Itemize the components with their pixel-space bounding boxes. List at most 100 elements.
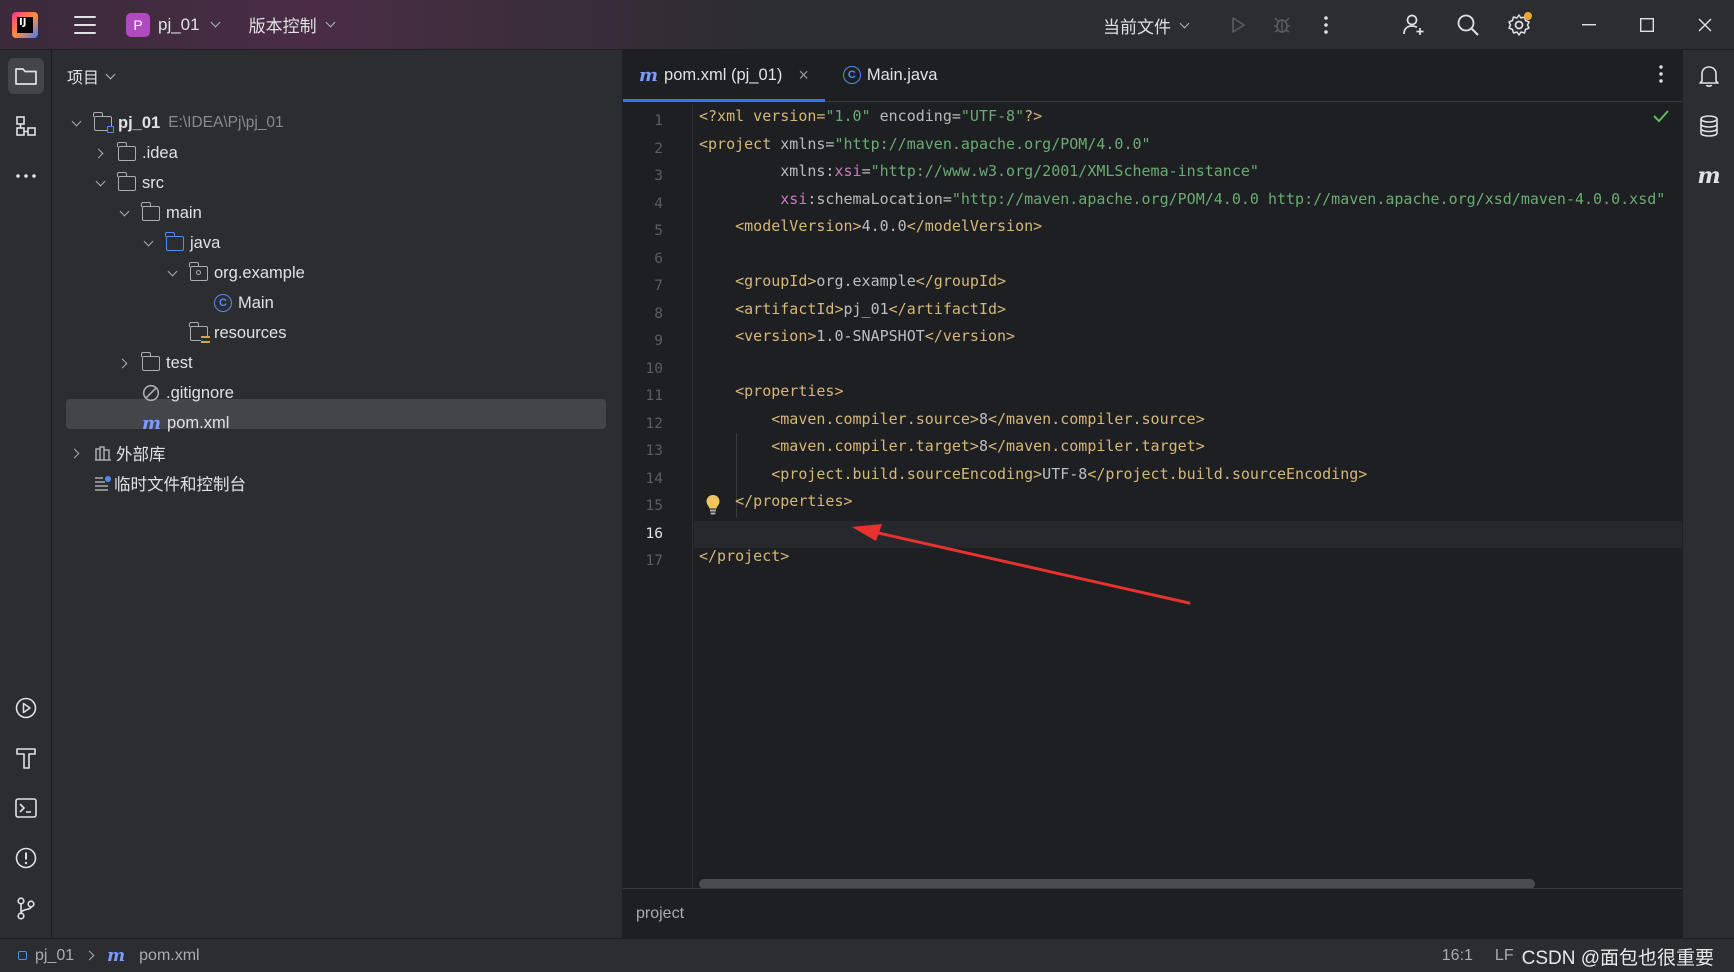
intellij-logo-icon[interactable]: IJ bbox=[12, 11, 38, 38]
expand-arrow-icon[interactable] bbox=[69, 447, 82, 459]
tree-item-label: Main bbox=[238, 293, 274, 312]
maven-tool-icon[interactable]: m bbox=[1691, 158, 1727, 194]
line-number: 12 bbox=[645, 415, 663, 432]
breadcrumb-item[interactable]: project bbox=[636, 905, 684, 923]
tree-item-main-class[interactable]: C Main bbox=[214, 288, 274, 318]
tree-item-gitignore[interactable]: .gitignore bbox=[118, 378, 234, 408]
line-number: 10 bbox=[645, 360, 663, 377]
build-hammer-icon[interactable] bbox=[8, 740, 44, 776]
editor-tabs: m pom.xml (pj_01) × C Main.java bbox=[623, 50, 1682, 102]
line-number: 2 bbox=[654, 140, 663, 157]
resources-folder-icon bbox=[189, 321, 210, 343]
folder-icon bbox=[141, 201, 160, 221]
line-number: 4 bbox=[654, 195, 663, 212]
folder-icon bbox=[141, 351, 160, 371]
annotation-arrow bbox=[852, 524, 1191, 605]
tree-item-label: 临时文件和控制台 bbox=[114, 476, 246, 494]
code-line-11: <properties> bbox=[699, 382, 844, 400]
folder-icon bbox=[117, 171, 136, 191]
expand-arrow-icon[interactable] bbox=[93, 147, 106, 159]
maven-icon: m bbox=[107, 945, 126, 966]
tree-item-label: org.example bbox=[214, 263, 305, 282]
right-tool-stripe: m bbox=[1682, 50, 1734, 938]
module-path: E:\IDEA\Pj\pj_01 bbox=[168, 114, 284, 131]
vcs-menu[interactable]: 版本控制 bbox=[249, 12, 336, 37]
expand-arrow-icon[interactable] bbox=[166, 266, 178, 279]
expand-arrow-icon[interactable] bbox=[118, 206, 130, 219]
more-tools-icon[interactable] bbox=[8, 158, 44, 194]
tree-item-src[interactable]: src bbox=[94, 168, 164, 198]
tree-item-pom-xml[interactable]: m pom.xml bbox=[118, 408, 229, 438]
settings-gear-icon[interactable] bbox=[1492, 0, 1546, 50]
tree-item-external-libraries[interactable]: 外部库 bbox=[69, 438, 166, 468]
scratches-icon bbox=[95, 476, 111, 491]
tab-actions-more-icon[interactable] bbox=[1658, 64, 1664, 84]
tree-item-idea[interactable]: .idea bbox=[93, 138, 178, 168]
editor-breadcrumb[interactable]: project bbox=[623, 888, 1682, 938]
chevron-right-icon bbox=[84, 950, 95, 961]
terminal-icon[interactable] bbox=[8, 790, 44, 826]
tree-item-label: src bbox=[142, 173, 164, 192]
tree-item-pj_01[interactable]: pj_01 E:\IDEA\Pj\pj_01 bbox=[70, 108, 284, 138]
notifications-bell-icon[interactable] bbox=[1691, 58, 1727, 94]
problems-icon[interactable] bbox=[8, 840, 44, 876]
no-problems-check-icon[interactable] bbox=[1652, 108, 1670, 124]
code-line-2: <project xmlns="http://maven.apache.org/… bbox=[699, 134, 1151, 153]
line-separator[interactable]: LF bbox=[1495, 947, 1514, 965]
caret-position[interactable]: 16:1 bbox=[1442, 947, 1473, 965]
chevron-down-icon bbox=[1179, 18, 1190, 28]
debug-icon[interactable] bbox=[1260, 0, 1304, 50]
run-config-label: 当前文件 bbox=[1103, 17, 1171, 37]
source-folder-icon bbox=[165, 231, 184, 251]
line-number: 15 bbox=[645, 498, 663, 514]
tab-pom-xml[interactable]: m pom.xml (pj_01) × bbox=[623, 49, 825, 102]
line-number: 6 bbox=[654, 250, 663, 267]
code-line-4: xsi:schemaLocation="http://maven.apache.… bbox=[780, 189, 1666, 208]
module-folder-icon bbox=[93, 111, 114, 133]
maximize-icon[interactable] bbox=[1618, 0, 1676, 50]
add-user-icon[interactable] bbox=[1384, 0, 1444, 50]
database-icon[interactable] bbox=[1691, 108, 1727, 144]
module-icon bbox=[18, 951, 27, 960]
status-file[interactable]: pom.xml bbox=[139, 947, 199, 965]
horizontal-scrollbar[interactable] bbox=[699, 879, 1535, 888]
editor-area: m pom.xml (pj_01) × C Main.java 1 2 3 4 … bbox=[623, 50, 1682, 938]
project-switcher[interactable]: P pj_01 bbox=[126, 12, 221, 37]
git-branch-icon[interactable] bbox=[8, 890, 44, 926]
status-bar: pj_01 m pom.xml 16:1 LF CSDN @面包也很重要 bbox=[0, 938, 1734, 972]
tree-item-label: test bbox=[166, 353, 193, 372]
maven-icon: m bbox=[142, 412, 162, 434]
tree-item-label: .idea bbox=[142, 143, 178, 162]
tree-item-scratches[interactable]: 临时文件和控制台 bbox=[94, 468, 246, 498]
project-view-selector[interactable]: 项目 bbox=[52, 50, 622, 102]
code-editor[interactable]: <?xml version="1.0" encoding="UTF-8"?> <… bbox=[694, 103, 1682, 888]
run-icon[interactable] bbox=[1216, 0, 1260, 50]
project-tool-folder-icon[interactable] bbox=[8, 58, 44, 94]
tree-item-main[interactable]: main bbox=[118, 198, 202, 228]
close-tab-icon[interactable]: × bbox=[798, 65, 809, 86]
left-tool-stripe bbox=[0, 50, 52, 938]
ignore-file-icon bbox=[142, 384, 160, 402]
minimize-icon[interactable] bbox=[1560, 0, 1618, 50]
more-vertical-icon[interactable] bbox=[1304, 0, 1348, 50]
tab-main-java[interactable]: C Main.java bbox=[825, 49, 954, 101]
code-line-9: <version>1.0-SNAPSHOT</version> bbox=[699, 327, 1016, 345]
run-config-selector[interactable]: 当前文件 bbox=[1103, 13, 1190, 38]
services-run-icon[interactable] bbox=[8, 690, 44, 726]
line-number: 8 bbox=[654, 305, 663, 322]
expand-arrow-icon[interactable] bbox=[117, 357, 130, 369]
tree-item-label: pom.xml bbox=[167, 413, 230, 432]
expand-arrow-icon[interactable] bbox=[142, 236, 154, 249]
search-icon[interactable] bbox=[1444, 0, 1492, 50]
tree-item-resources[interactable]: resources bbox=[166, 318, 286, 348]
structure-icon[interactable] bbox=[8, 108, 44, 144]
expand-arrow-icon[interactable] bbox=[70, 116, 82, 129]
expand-arrow-icon[interactable] bbox=[94, 176, 106, 189]
tree-item-test[interactable]: test bbox=[117, 348, 193, 378]
tree-item-org-example[interactable]: org.example bbox=[166, 258, 305, 288]
tree-item-java[interactable]: java bbox=[142, 228, 220, 258]
main-menu-icon[interactable] bbox=[74, 15, 96, 34]
close-window-icon[interactable] bbox=[1676, 0, 1734, 50]
chevron-down-icon bbox=[210, 17, 221, 28]
status-module[interactable]: pj_01 bbox=[35, 947, 74, 965]
